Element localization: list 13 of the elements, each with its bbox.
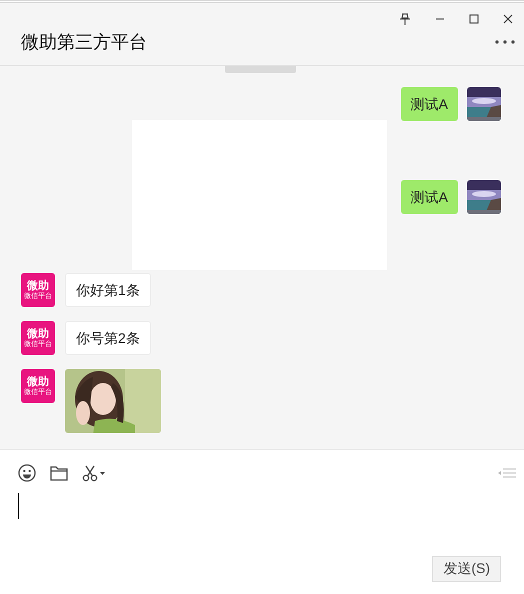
message-bubble: 测试A xyxy=(400,180,458,214)
message-bubble: 你号第2条 xyxy=(65,321,151,355)
close-icon[interactable] xyxy=(503,14,513,24)
folder-icon[interactable] xyxy=(50,465,68,481)
more-icon[interactable] xyxy=(495,40,515,44)
message-bubble: 你好第1条 xyxy=(65,273,151,307)
scissors-icon[interactable] xyxy=(82,464,106,482)
message-bubble: 测试A xyxy=(400,87,458,121)
emoji-icon[interactable] xyxy=(18,464,36,482)
send-button[interactable]: 发送(S) xyxy=(432,556,501,582)
pin-icon[interactable] xyxy=(399,13,411,25)
maximize-icon[interactable] xyxy=(469,14,479,24)
window-title: 微助第三方平台 xyxy=(21,31,147,54)
